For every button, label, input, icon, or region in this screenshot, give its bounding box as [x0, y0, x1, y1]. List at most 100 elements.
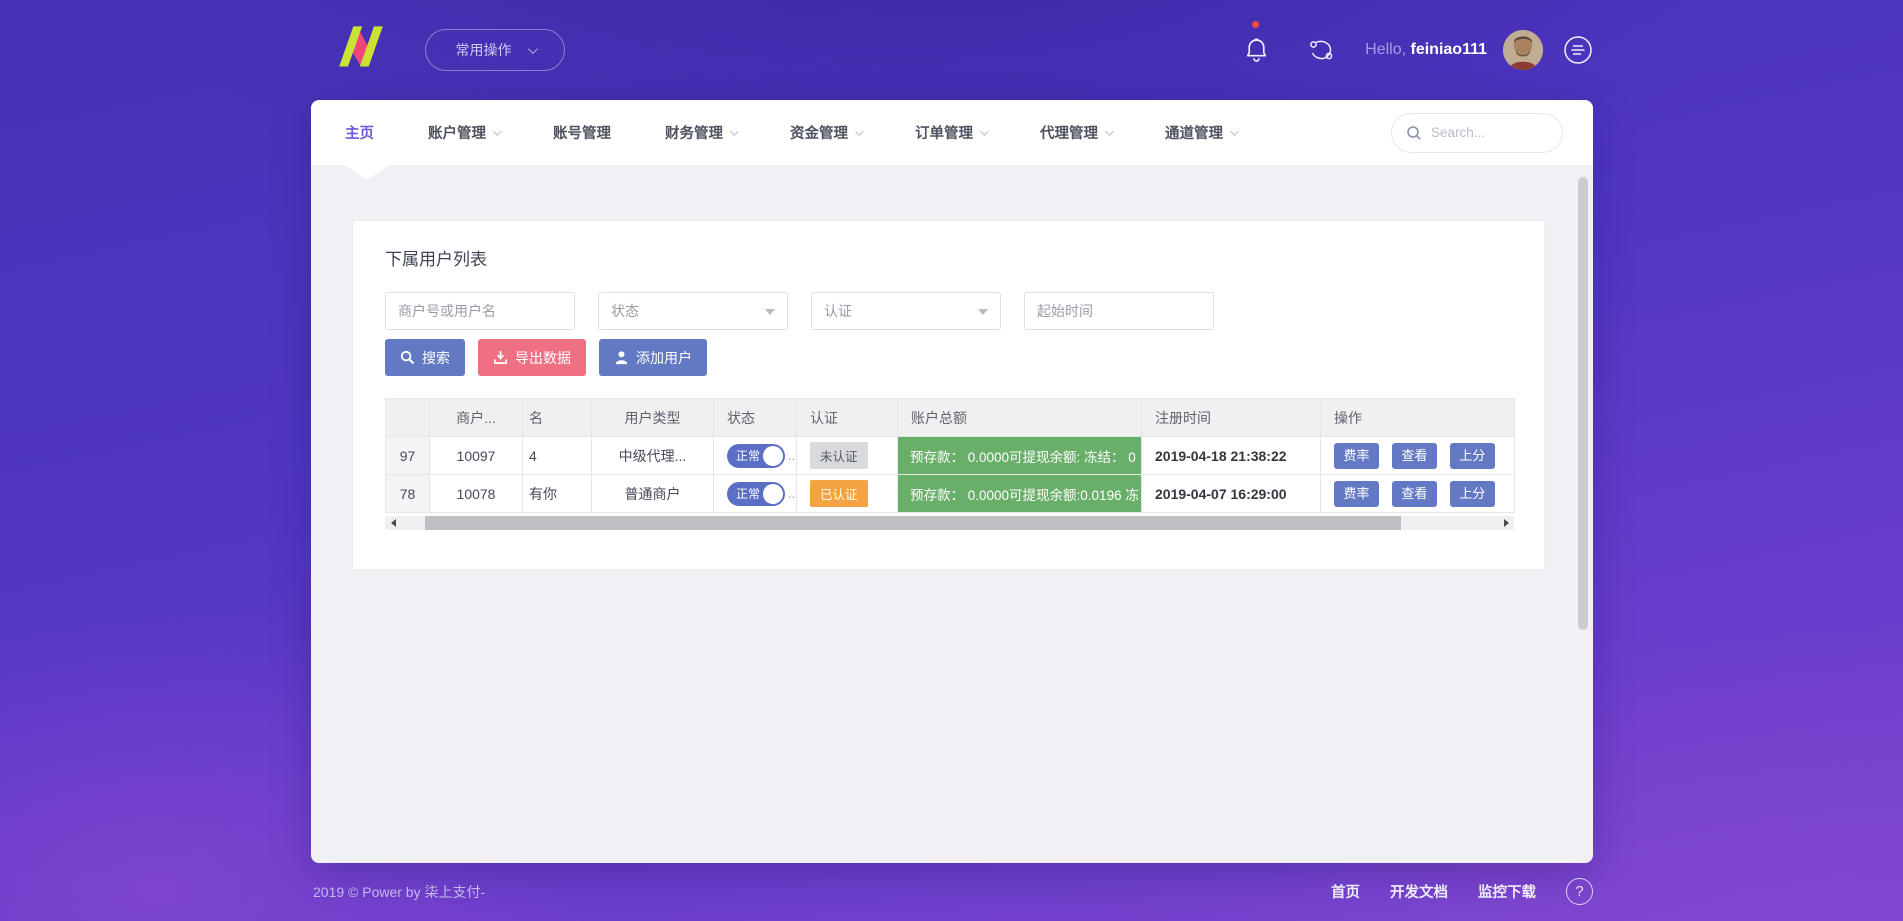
horizontal-scrollbar [385, 516, 1514, 530]
search-icon [1406, 125, 1422, 141]
cell-balance: 预存款： 0.0000可提现余额: 冻结： 0 [898, 437, 1142, 475]
status-ellipsis: ... [788, 448, 797, 463]
greeting-prefix: Hello, [1365, 41, 1406, 58]
caret-down-icon [978, 309, 988, 315]
quick-actions-dropdown[interactable]: 常用操作 [425, 29, 565, 71]
table-row: 78 10078 有你 普通商户 正常 [386, 475, 1515, 513]
filter-row: 状态 认证 [385, 292, 1512, 330]
cell-register-time: 2019-04-18 21:38:22 [1142, 437, 1321, 475]
nav-item-channel-mgmt[interactable]: 通道管理 [1165, 122, 1236, 143]
export-button-label: 导出数据 [515, 348, 571, 368]
share-icon [1307, 37, 1335, 63]
cell-auth: 已认证 [797, 475, 898, 513]
topbar-right: Hello, feiniao111 [1206, 0, 1593, 100]
cell-register-time: 2019-04-07 16:29:00 [1142, 475, 1321, 513]
chevron-down-icon [493, 127, 501, 135]
avatar[interactable] [1503, 30, 1543, 70]
nav-item-agent-mgmt[interactable]: 代理管理 [1040, 122, 1111, 143]
col-header-name: 名 [523, 399, 592, 437]
share-button[interactable] [1307, 37, 1335, 63]
main-card: 主页 账户管理 账号管理 财务管理 资金管理 订单管理 [311, 100, 1593, 863]
user-list-panel: 下属用户列表 状态 认证 [352, 220, 1545, 570]
footer-link-dev-docs[interactable]: 开发文档 [1390, 881, 1448, 902]
export-data-button[interactable]: 导出数据 [478, 339, 586, 376]
chevron-down-icon [730, 127, 738, 135]
table-row: 97 10097 4 中级代理... 正常 [386, 437, 1515, 475]
auth-select[interactable]: 认证 [811, 292, 1001, 330]
menu-icon [1563, 35, 1593, 65]
arrow-right-icon [1504, 519, 1509, 527]
toggle-knob-icon [763, 484, 783, 504]
nav-item-finance-mgmt[interactable]: 财务管理 [665, 122, 736, 143]
nav-item-home[interactable]: 主页 [345, 122, 374, 143]
users-table-wrap: 商户... 名 用户类型 状态 认证 账户总额 注册时间 操作 [385, 398, 1512, 530]
scroll-left-arrow[interactable] [385, 516, 401, 530]
auth-select-value: 认证 [824, 301, 852, 321]
nav-item-account-no-mgmt[interactable]: 账号管理 [553, 122, 611, 143]
auth-badge: 已认证 [810, 480, 868, 507]
footer-links: 首页 开发文档 监控下载 ? [1331, 878, 1593, 905]
add-user-button[interactable]: 添加用户 [599, 339, 707, 376]
notification-dot [1252, 21, 1259, 28]
status-toggle-label: 正常 [727, 447, 760, 464]
col-header-user-type: 用户类型 [592, 399, 714, 437]
users-table: 商户... 名 用户类型 状态 认证 账户总额 注册时间 操作 [385, 398, 1515, 513]
toggle-knob-icon [763, 446, 783, 466]
scroll-right-arrow[interactable] [1498, 516, 1514, 530]
col-header-balance: 账户总额 [898, 399, 1142, 437]
rate-button[interactable]: 费率 [1334, 443, 1379, 469]
brand-logo-icon[interactable] [334, 24, 388, 70]
nav-label: 代理管理 [1040, 122, 1098, 143]
chevron-down-icon [527, 44, 537, 54]
cell-actions: 费率 查看 上分 [1321, 475, 1515, 513]
table-header-row: 商户... 名 用户类型 状态 认证 账户总额 注册时间 操作 [386, 399, 1515, 437]
notifications-button[interactable] [1244, 37, 1269, 64]
search-input[interactable] [1431, 125, 1541, 140]
page: 常用操作 Hello, feinia [0, 0, 1903, 921]
footer-link-home[interactable]: 首页 [1331, 881, 1360, 902]
nav-item-order-mgmt[interactable]: 订单管理 [915, 122, 986, 143]
status-ellipsis: ... [788, 486, 797, 501]
footer-link-monitor-download[interactable]: 监控下载 [1478, 881, 1536, 902]
start-time-filter [1024, 292, 1214, 330]
cell-auth: 未认证 [797, 437, 898, 475]
arrow-left-icon [391, 519, 396, 527]
status-toggle-label: 正常 [727, 485, 760, 502]
settings-menu-button[interactable] [1563, 35, 1593, 65]
cell-user-type: 中级代理... [592, 437, 714, 475]
add-points-button[interactable]: 上分 [1450, 481, 1495, 507]
help-button[interactable]: ? [1566, 878, 1593, 905]
nav-item-account-mgmt[interactable]: 账户管理 [428, 122, 499, 143]
status-select[interactable]: 状态 [598, 292, 788, 330]
start-time-input[interactable] [1037, 303, 1201, 319]
col-header-register-time: 注册时间 [1142, 399, 1321, 437]
horizontal-scrollbar-thumb[interactable] [425, 516, 1401, 530]
vertical-scrollbar[interactable] [1578, 177, 1588, 630]
search-button-label: 搜索 [422, 348, 450, 368]
add-points-button[interactable]: 上分 [1450, 443, 1495, 469]
merchant-input[interactable] [398, 303, 562, 319]
cell-index: 78 [386, 475, 430, 513]
status-toggle[interactable]: 正常 [727, 444, 785, 468]
chevron-down-icon [1105, 127, 1113, 135]
panel-title: 下属用户列表 [385, 245, 1512, 270]
status-toggle[interactable]: 正常 [727, 482, 785, 506]
navbar-search[interactable] [1391, 113, 1563, 153]
chevron-down-icon [980, 127, 988, 135]
cell-merchant-id: 10078 [430, 475, 523, 513]
greeting: Hello, feiniao111 [1365, 41, 1487, 59]
nav-label: 主页 [345, 122, 374, 143]
rate-button[interactable]: 费率 [1334, 481, 1379, 507]
username: feiniao111 [1411, 41, 1488, 58]
cell-status: 正常 ... [714, 475, 797, 513]
nav-item-funds-mgmt[interactable]: 资金管理 [790, 122, 861, 143]
search-button[interactable]: 搜索 [385, 339, 465, 376]
chevron-down-icon [1230, 127, 1238, 135]
col-header-index [386, 399, 430, 437]
view-button[interactable]: 查看 [1392, 481, 1437, 507]
nav-label: 账号管理 [553, 122, 611, 143]
view-button[interactable]: 查看 [1392, 443, 1437, 469]
topbar: 常用操作 Hello, feinia [0, 0, 1903, 100]
col-header-merchant: 商户... [430, 399, 523, 437]
avatar-photo-icon [1503, 30, 1543, 70]
